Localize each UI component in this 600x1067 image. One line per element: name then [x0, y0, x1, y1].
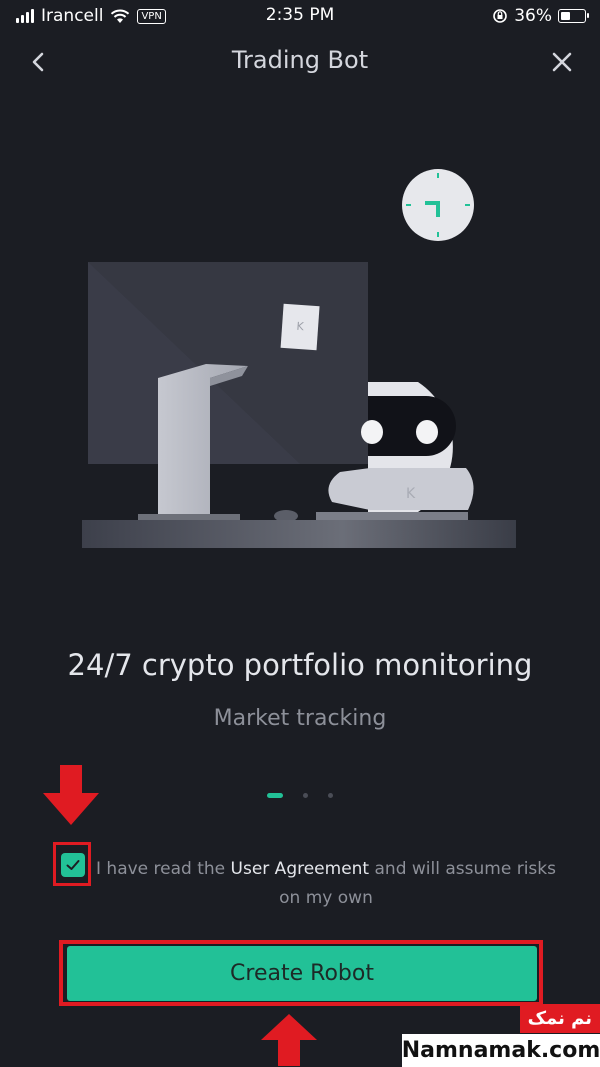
page-dot[interactable]: [303, 793, 308, 798]
check-icon: [66, 860, 80, 870]
create-robot-label: Create Robot: [230, 961, 374, 986]
arrow-down-icon: [43, 765, 99, 825]
battery-percent: 36%: [514, 6, 552, 26]
create-robot-button[interactable]: Create Robot: [67, 946, 537, 1001]
page-title: Trading Bot: [231, 46, 369, 74]
agreement-checkbox[interactable]: [61, 853, 85, 877]
feature-subhead: Market tracking: [213, 706, 387, 731]
status-right: 36%: [492, 6, 589, 26]
nav-bar: Trading Bot: [0, 34, 600, 90]
robot-desk-illustration: K K: [82, 169, 516, 548]
svg-text:K: K: [406, 486, 416, 502]
feature-headline: 24/7 crypto portfolio monitoring: [67, 648, 533, 682]
page-dot-active[interactable]: [267, 793, 283, 798]
watermark-site: Namnamak.com: [402, 1034, 600, 1067]
agreement-text-before: I have read the: [96, 859, 231, 879]
clock-graphic: [402, 169, 474, 241]
orientation-lock-icon: [493, 9, 508, 23]
battery-icon: [558, 9, 589, 23]
status-bar: Irancell VPN 2:35 PM 36%: [0, 0, 600, 34]
watermark-farsi: نم نمک: [519, 1004, 600, 1033]
agreement-text: I have read the User Agreement and will …: [96, 855, 556, 913]
close-icon[interactable]: [546, 46, 578, 78]
user-agreement-link[interactable]: User Agreement: [231, 859, 370, 879]
arrow-up-icon: [261, 1014, 317, 1066]
page-dot[interactable]: [328, 793, 333, 798]
